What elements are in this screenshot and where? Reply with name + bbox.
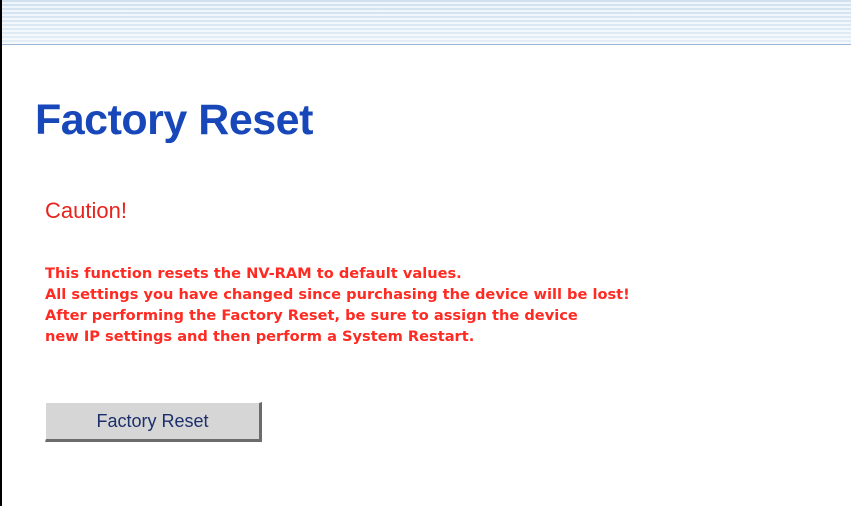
caution-heading: Caution! <box>45 198 127 223</box>
page-title: Factory Reset <box>35 96 313 144</box>
top-banner-fade <box>2 0 851 44</box>
top-banner <box>2 0 851 45</box>
page-frame: Factory Reset Caution! This function res… <box>0 0 851 506</box>
factory-reset-button[interactable]: Factory Reset <box>45 402 262 442</box>
warning-message: This function resets the NV-RAM to defau… <box>45 263 850 347</box>
warning-line-4: new IP settings and then perform a Syste… <box>45 328 475 345</box>
warning-line-3: After performing the Factory Reset, be s… <box>45 307 578 324</box>
warning-line-2: All settings you have changed since purc… <box>45 286 630 303</box>
warning-line-1: This function resets the NV-RAM to defau… <box>45 265 462 282</box>
